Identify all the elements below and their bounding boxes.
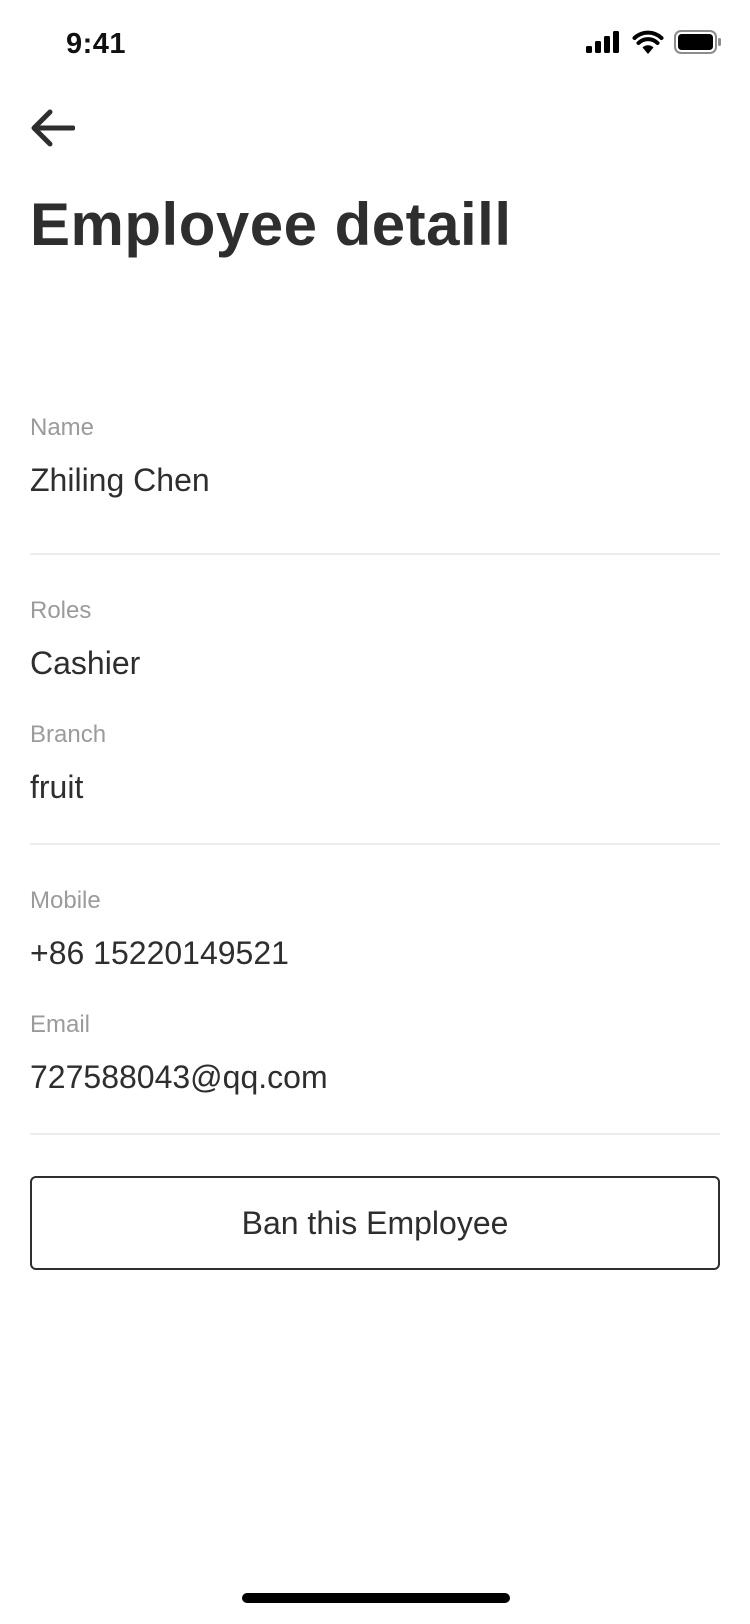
roles-value: Cashier <box>30 645 141 681</box>
wifi-icon <box>632 30 664 59</box>
email-value: 727588043@qq.com <box>30 1059 328 1095</box>
mobile-label: Mobile <box>30 887 101 914</box>
signal-icon <box>586 31 622 58</box>
name-value: Zhiling Chen <box>30 462 210 498</box>
arrow-left-icon <box>29 108 76 153</box>
back-button[interactable] <box>26 104 78 156</box>
divider <box>30 553 720 555</box>
branch-label: Branch <box>30 721 107 748</box>
ban-employee-button[interactable]: Ban this Employee <box>30 1176 720 1270</box>
branch-field: Branch fruit <box>30 721 720 807</box>
status-icons <box>586 30 722 59</box>
page-title: Employee detaill <box>30 191 512 258</box>
divider <box>30 1133 720 1135</box>
battery-icon <box>674 30 722 59</box>
divider <box>30 843 720 845</box>
status-bar: 9:41 <box>0 0 750 92</box>
mobile-field: Mobile +86 15220149521 <box>30 887 720 973</box>
name-field: Name Zhiling Chen <box>30 414 720 500</box>
roles-label: Roles <box>30 597 92 624</box>
mobile-value: +86 15220149521 <box>30 935 289 971</box>
home-indicator <box>242 1593 510 1603</box>
email-field: Email 727588043@qq.com <box>30 1011 720 1097</box>
branch-value: fruit <box>30 769 84 805</box>
name-label: Name <box>30 414 95 441</box>
status-time: 9:41 <box>66 28 127 60</box>
roles-field: Roles Cashier <box>30 597 720 683</box>
email-label: Email <box>30 1011 91 1038</box>
